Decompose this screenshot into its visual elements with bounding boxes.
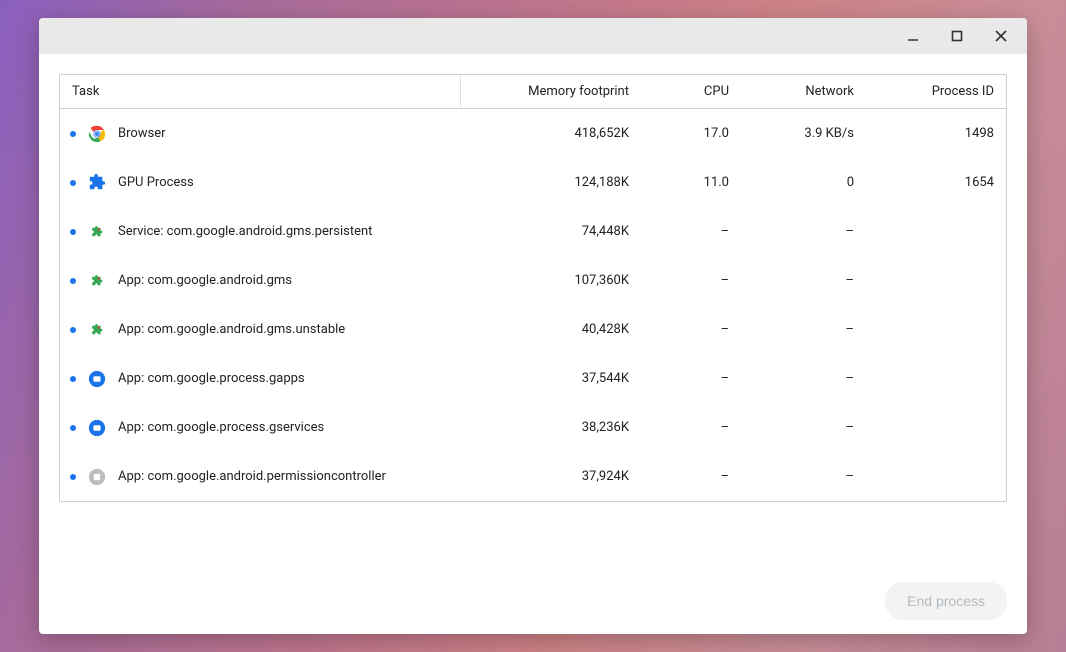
task-name: App: com.google.process.gservices	[118, 420, 324, 435]
table-row[interactable]: App: com.google.android.gms107,360K––	[60, 256, 1006, 305]
pid-cell: 1654	[866, 175, 1006, 190]
cpu-cell: –	[641, 469, 741, 484]
table-row[interactable]: GPU Process 124,188K11.001654	[60, 158, 1006, 207]
maximize-icon	[951, 30, 963, 42]
minimize-button[interactable]	[891, 20, 935, 52]
table-row[interactable]: App: com.google.android.permissioncontro…	[60, 452, 1006, 501]
table-row[interactable]: App: com.google.process.gservices 38,236K…	[60, 403, 1006, 452]
maximize-button[interactable]	[935, 20, 979, 52]
content-area: Task Memory footprint CPU Network Proces…	[39, 54, 1027, 634]
network-cell: –	[741, 322, 866, 337]
close-button[interactable]	[979, 20, 1023, 52]
cpu-cell: –	[641, 420, 741, 435]
status-dot-icon	[70, 376, 76, 382]
table-body: Browser 418,652K17.03.9 KB/s1498 GPU Proce…	[60, 109, 1006, 501]
status-dot-icon	[70, 131, 76, 137]
status-dot-icon	[70, 180, 76, 186]
memory-cell: 37,924K	[461, 469, 641, 484]
window-titlebar	[39, 18, 1027, 54]
column-header-cpu-label: CPU	[704, 84, 729, 99]
pid-cell: 1498	[866, 126, 1006, 141]
end-process-label: End process	[907, 593, 985, 609]
task-name: Service: com.google.android.gms.persiste…	[118, 224, 372, 239]
column-header-network-label: Network	[805, 84, 854, 99]
task-cell: App: com.google.process.gapps	[60, 354, 461, 403]
memory-cell: 107,360K	[461, 273, 641, 288]
memory-cell: 418,652K	[461, 126, 641, 141]
cpu-cell: –	[641, 273, 741, 288]
cpu-cell: 17.0	[641, 126, 741, 141]
end-process-button[interactable]: End process	[885, 582, 1007, 620]
network-cell: –	[741, 224, 866, 239]
task-cell: App: com.google.android.permissioncontro…	[60, 452, 461, 501]
task-cell: Service: com.google.android.gms.persiste…	[60, 207, 461, 256]
memory-cell: 37,544K	[461, 371, 641, 386]
status-dot-icon	[70, 278, 76, 284]
app-icon	[88, 125, 106, 143]
memory-cell: 40,428K	[461, 322, 641, 337]
column-header-cpu[interactable]: CPU	[641, 84, 741, 99]
column-header-task-label: Task	[72, 84, 99, 99]
status-dot-icon	[70, 425, 76, 431]
table-row[interactable]: App: com.google.process.gapps37,544K––	[60, 354, 1006, 403]
status-dot-icon	[70, 474, 76, 480]
task-cell: App: com.google.process.gservices	[60, 403, 461, 452]
table-header: Task Memory footprint CPU Network Proces…	[60, 75, 1006, 109]
footer: End process	[59, 562, 1007, 620]
minimize-icon	[906, 29, 920, 43]
task-cell: App: com.google.android.gms	[60, 256, 461, 305]
column-header-task[interactable]: Task	[60, 75, 461, 108]
app-icon	[88, 468, 106, 486]
column-header-memory-label: Memory footprint	[528, 84, 629, 99]
network-cell: 0	[741, 175, 866, 190]
memory-cell: 38,236K	[461, 420, 641, 435]
cpu-cell: –	[641, 224, 741, 239]
network-cell: –	[741, 273, 866, 288]
task-name: App: com.google.android.gms	[118, 273, 292, 288]
task-name: GPU Process	[118, 175, 194, 190]
table-row[interactable]: App: com.google.android.gms.unstable 40,4…	[60, 305, 1006, 354]
task-cell: Browser	[60, 109, 461, 158]
app-icon	[88, 321, 106, 339]
app-icon	[88, 223, 106, 241]
cpu-cell: 11.0	[641, 175, 741, 190]
column-header-pid-label: Process ID	[932, 84, 994, 99]
app-icon	[88, 370, 106, 388]
task-manager-window: Task Memory footprint CPU Network Proces…	[39, 18, 1027, 634]
cpu-cell: –	[641, 371, 741, 386]
task-name: Browser	[118, 126, 166, 141]
network-cell: –	[741, 420, 866, 435]
column-header-network[interactable]: Network	[741, 84, 866, 99]
task-cell: GPU Process	[60, 158, 461, 207]
network-cell: –	[741, 371, 866, 386]
memory-cell: 74,448K	[461, 224, 641, 239]
status-dot-icon	[70, 229, 76, 235]
app-icon	[88, 419, 106, 437]
table-row[interactable]: Service: com.google.android.gms.persiste…	[60, 207, 1006, 256]
network-cell: 3.9 KB/s	[741, 126, 866, 141]
task-cell: App: com.google.android.gms.unstable	[60, 305, 461, 354]
app-icon	[88, 272, 106, 290]
column-header-pid[interactable]: Process ID	[866, 84, 1006, 99]
app-icon	[88, 174, 106, 192]
cpu-cell: –	[641, 322, 741, 337]
task-table: Task Memory footprint CPU Network Proces…	[59, 74, 1007, 502]
close-icon	[994, 29, 1008, 43]
network-cell: –	[741, 469, 866, 484]
status-dot-icon	[70, 327, 76, 333]
task-name: App: com.google.android.permissioncontro…	[118, 469, 386, 484]
task-name: App: com.google.android.gms.unstable	[118, 322, 345, 337]
memory-cell: 124,188K	[461, 175, 641, 190]
task-name: App: com.google.process.gapps	[118, 371, 305, 386]
column-header-memory[interactable]: Memory footprint	[461, 84, 641, 99]
table-row[interactable]: Browser 418,652K17.03.9 KB/s1498	[60, 109, 1006, 158]
